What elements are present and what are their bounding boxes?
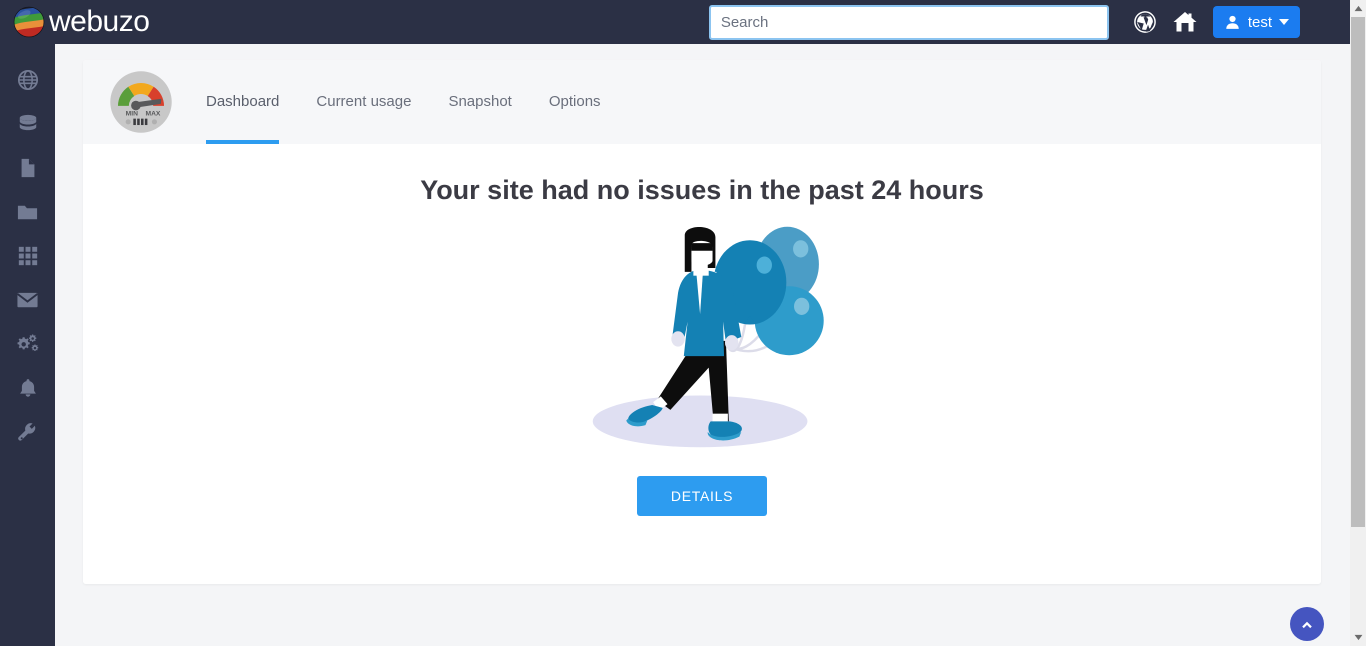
user-icon xyxy=(1226,15,1239,29)
card-body: Your site had no issues in the past 24 h… xyxy=(83,144,1321,584)
user-name: test xyxy=(1247,13,1272,31)
sidebar-item-notifications[interactable] xyxy=(0,366,55,410)
tab-options[interactable]: Options xyxy=(549,60,601,144)
database-icon xyxy=(19,114,36,131)
app-root: webuzo Search test MIN MAX Dashboard Cur… xyxy=(0,0,1366,646)
scroll-up-arrow-icon xyxy=(1354,5,1362,12)
brand[interactable]: webuzo xyxy=(0,5,300,39)
user-menu-button[interactable]: test xyxy=(1212,6,1300,38)
search-input[interactable] xyxy=(708,4,1109,40)
scroll-to-top-button[interactable] xyxy=(1290,607,1324,641)
sidebar-item-email[interactable] xyxy=(0,278,55,322)
caret-down-icon xyxy=(1279,19,1289,25)
header-actions: test xyxy=(708,0,1350,44)
folder-icon xyxy=(17,205,38,220)
gauge-min-label: MIN xyxy=(126,110,138,117)
page-title: Your site had no issues in the past 24 h… xyxy=(420,175,984,205)
details-row: DETAILS xyxy=(83,476,1321,516)
sidebar-item-globe[interactable] xyxy=(0,58,55,102)
person-walking-with-balloons-illustration xyxy=(592,226,824,448)
tab-bar: Dashboard Current usage Snapshot Options xyxy=(206,60,638,144)
left-sidebar xyxy=(0,44,55,646)
scrollbar-thumb[interactable] xyxy=(1351,17,1365,527)
globe-icon xyxy=(17,69,38,91)
main-content: MIN MAX Dashboard Current usage Snapshot… xyxy=(55,44,1350,646)
chevron-up-icon xyxy=(1302,621,1312,629)
home-button[interactable] xyxy=(1165,0,1205,44)
wordpress-icon xyxy=(1133,11,1156,33)
wrench-icon xyxy=(18,422,36,441)
sidebar-item-database[interactable] xyxy=(0,102,55,146)
tab-current-usage[interactable]: Current usage xyxy=(316,60,411,144)
wordpress-button[interactable] xyxy=(1125,0,1165,44)
top-header: webuzo Search test xyxy=(0,0,1350,44)
speedometer-icon: MIN MAX xyxy=(110,71,172,133)
sidebar-item-apps[interactable] xyxy=(0,234,55,278)
sidebar-item-tools[interactable] xyxy=(0,410,55,454)
bell-icon xyxy=(19,379,36,397)
gauge-max-label: MAX xyxy=(145,110,160,117)
search-box[interactable] xyxy=(708,4,1109,40)
sidebar-item-file[interactable] xyxy=(0,146,55,190)
window-scrollbar[interactable] xyxy=(1350,0,1366,646)
scroll-down-arrow-icon xyxy=(1354,634,1362,641)
webuzo-globe-logo xyxy=(13,6,45,38)
details-button[interactable]: DETAILS xyxy=(636,476,768,516)
sidebar-item-folder[interactable] xyxy=(0,190,55,234)
card-header: MIN MAX Dashboard Current usage Snapshot… xyxy=(83,60,1321,144)
brand-name: webuzo xyxy=(49,5,150,38)
envelope-icon xyxy=(16,292,39,308)
file-icon xyxy=(21,158,34,178)
scroll-up-arrow[interactable] xyxy=(1350,0,1366,17)
grid-icon xyxy=(18,246,37,266)
home-icon xyxy=(1173,12,1197,32)
tab-snapshot[interactable]: Snapshot xyxy=(448,60,511,144)
dashboard-card: MIN MAX Dashboard Current usage Snapshot… xyxy=(83,60,1321,584)
gears-icon xyxy=(17,334,38,352)
scroll-down-arrow[interactable] xyxy=(1350,629,1366,646)
sidebar-item-settings[interactable] xyxy=(0,322,55,366)
tab-dashboard[interactable]: Dashboard xyxy=(206,60,280,144)
